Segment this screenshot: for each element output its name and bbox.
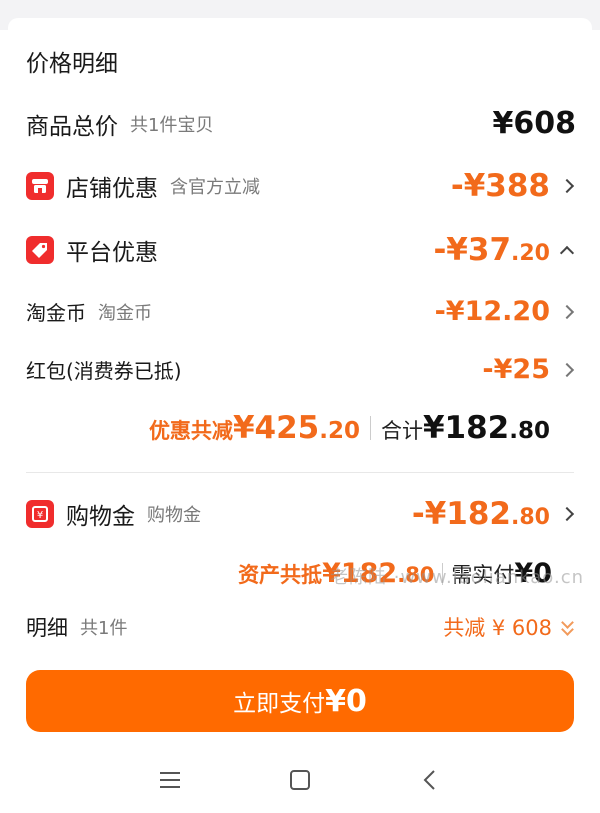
shop-discount-sub: 含官方立减 [170, 177, 260, 198]
taojin-coin-row[interactable]: 淘金币 淘金币 -¥12.20 [26, 296, 576, 327]
shop-discount-amount: -¥388 [450, 168, 550, 204]
detail-sub: 共1件 [80, 618, 128, 639]
home-square-icon[interactable] [280, 764, 320, 796]
shop-discount-row[interactable]: 店铺优惠 含官方立减 -¥388 [26, 168, 576, 204]
goods-total-row: 商品总价 共1件宝贝 ¥608 [26, 106, 576, 141]
total-label: 合计 [380, 419, 423, 443]
goods-total-amount: ¥608 [492, 106, 577, 141]
red-packet-amount: -¥25 [482, 354, 550, 385]
shopping-gold-row[interactable]: ¥ 购物金 购物金 -¥182 .80 [26, 496, 576, 532]
shop-icon [26, 172, 54, 200]
discount-total-label: 优惠共减 [148, 419, 233, 443]
top-strip [0, 0, 600, 32]
taojin-coin-amount: -¥12.20 [434, 296, 550, 327]
chevron-right-icon [559, 178, 575, 194]
chevron-right-icon [559, 506, 575, 522]
menu-icon[interactable] [150, 764, 190, 796]
chevron-right-icon [559, 304, 575, 319]
total-value: ¥182.80 [422, 410, 550, 446]
goods-total-sub: 共1件宝贝 [130, 114, 214, 136]
taojin-coin-sub: 淘金币 [98, 302, 152, 324]
shop-discount-label: 店铺优惠 [66, 176, 158, 202]
platform-discount-amount: -¥37 .20 [433, 232, 550, 268]
shopping-gold-amount: -¥182 .80 [411, 496, 550, 532]
detail-label: 明细 [26, 616, 68, 640]
detail-discount[interactable]: 共减 ¥ 608 [443, 612, 576, 642]
svg-text:¥: ¥ [37, 510, 43, 521]
pay-now-button[interactable]: 立即支付 ¥0 [26, 670, 574, 732]
divider [26, 472, 574, 473]
detail-row[interactable]: 明细 共1件 共减 ¥ 608 [26, 612, 576, 642]
chevron-right-icon [559, 362, 575, 377]
back-icon[interactable] [410, 764, 450, 796]
watermark: 老陈陆 ·www.laoliankao.cn [330, 567, 585, 588]
double-chevron-down-icon [560, 616, 576, 636]
checkout-price-detail-screen: 价格明细 商品总价 共1件宝贝 ¥608 店铺优惠 含官方立减 -¥388 平台… [0, 0, 600, 813]
red-packet-label: 红包(消费券已抵) [26, 359, 182, 383]
tag-icon [26, 236, 54, 264]
discount-total-value: ¥425.20 [232, 410, 360, 446]
asset-label: 资产共抵 [238, 563, 323, 587]
shopping-gold-icon: ¥ [26, 500, 54, 528]
system-nav-bar [0, 750, 600, 813]
platform-discount-label: 平台优惠 [66, 240, 158, 266]
taojin-coin-label: 淘金币 [26, 301, 86, 325]
chevron-up-icon [559, 245, 575, 261]
shopping-gold-sub: 购物金 [147, 505, 201, 526]
red-packet-row[interactable]: 红包(消费券已抵) -¥25 [26, 354, 576, 385]
discount-summary: 优惠共减 ¥425.20 合计 ¥182.80 [149, 410, 550, 446]
page-title: 价格明细 [26, 51, 118, 77]
goods-total-label: 商品总价 [26, 113, 118, 140]
platform-discount-row[interactable]: 平台优惠 -¥37 .20 [26, 232, 576, 268]
shopping-gold-label: 购物金 [66, 504, 135, 530]
